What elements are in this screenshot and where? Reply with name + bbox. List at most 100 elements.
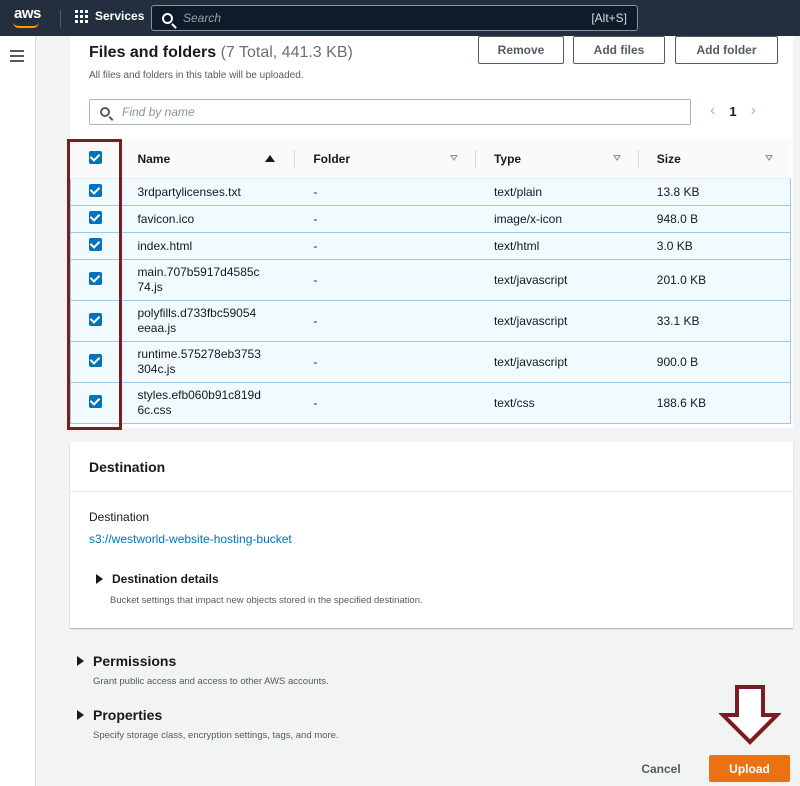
current-page[interactable]: 1 [729,104,736,119]
sort-icon [449,155,458,161]
grid-icon [75,9,88,23]
file-name-line: 74.js [137,279,163,294]
sort-icon [612,155,621,161]
destination-label: Destination [89,510,150,524]
search-placeholder: Search [183,11,222,25]
file-folder: - [295,258,476,301]
table-row[interactable]: runtime.575278eb3753 304c.js - text/javas… [70,340,791,383]
file-type: image/x-icon [475,204,639,233]
search-icon [100,107,110,117]
file-name: main.707b5917d4585c 74.js [120,258,296,301]
files-and-folders-panel: Files and folders (7 Total, 441.3 KB) Al… [70,36,793,428]
column-header-folder[interactable]: Folder [295,140,476,179]
find-by-name-input[interactable]: Find by name [89,99,691,125]
upload-button[interactable]: Upload [709,755,790,782]
properties-description: Specify storage class, encryption settin… [93,730,339,741]
destination-panel: Destination Destination s3://westworld-w… [70,442,793,628]
file-folder: - [295,231,476,260]
services-button[interactable]: Services [75,9,144,23]
file-name: polyfills.d733fbc59054 eeaa.js [120,299,296,342]
file-size: 188.6 KB [638,381,791,424]
sort-ascending-icon [265,155,276,162]
file-name: runtime.575278eb3753 304c.js [120,340,296,383]
file-size: 3.0 KB [638,231,791,260]
file-name: index.html [120,231,296,260]
destination-details-description: Bucket settings that impact new objects … [110,595,423,606]
caret-right-icon [96,574,103,584]
table-row[interactable]: favicon.ico - image/x-icon 948.0 B [70,204,791,233]
destination-details-expander[interactable]: Destination details [96,572,219,586]
file-name-line: runtime.575278eb3753 [137,346,261,361]
column-name-label: Name [137,151,171,166]
files-table: Name Folder Type Size 3rdpartylicenses.t… [70,140,791,424]
table-row[interactable]: index.html - text/html 3.0 KB [70,231,791,260]
destination-link[interactable]: s3://westworld-website-hosting-bucket [89,532,292,546]
file-folder: - [295,204,476,233]
add-folder-button[interactable]: Add folder [675,36,778,64]
file-size: 201.0 KB [638,258,791,301]
down-arrow-annotation-icon [719,685,781,745]
cancel-button[interactable]: Cancel [634,755,688,783]
file-name-line: main.707b5917d4585c [137,264,260,279]
aws-logo[interactable]: aws [14,5,41,22]
properties-expander[interactable]: Properties [77,707,162,723]
permissions-label: Permissions [93,653,177,669]
column-header-size[interactable]: Size [638,140,791,179]
chevron-right-icon[interactable]: › [751,102,756,120]
file-type: text/javascript [475,299,639,342]
file-type: text/css [475,381,639,424]
file-size: 948.0 B [638,204,791,233]
permissions-description: Grant public access and access to other … [93,676,329,687]
chevron-left-icon[interactable]: ‹ [710,102,715,120]
sort-icon [764,155,773,161]
file-folder: - [295,340,476,383]
panel-description: All files and folders in this table will… [89,70,304,81]
column-header-name[interactable]: Name [120,140,296,179]
top-nav: aws Services Search [Alt+S] [0,0,800,36]
file-size: 13.8 KB [638,177,791,206]
file-type: text/javascript [475,340,639,383]
file-size: 900.0 B [638,340,791,383]
destination-details-label: Destination details [112,572,219,586]
properties-label: Properties [93,707,163,723]
checkbox-highlight-annotation [67,139,122,430]
table-row[interactable]: 3rdpartylicenses.txt - text/plain 13.8 K… [70,177,791,206]
file-name-line: styles.efb060b91c819d [137,387,261,402]
file-size: 33.1 KB [638,299,791,342]
caret-right-icon [77,710,84,720]
permissions-expander[interactable]: Permissions [77,653,176,669]
find-placeholder: Find by name [122,105,195,119]
file-type: text/javascript [475,258,639,301]
file-name-line: polyfills.d733fbc59054 [137,305,257,320]
caret-right-icon [77,656,84,666]
column-folder-label: Folder [313,151,350,166]
remove-button[interactable]: Remove [478,36,564,64]
global-search-input[interactable]: Search [Alt+S] [151,5,638,31]
search-shortcut: [Alt+S] [591,11,627,25]
column-header-type[interactable]: Type [475,140,639,179]
file-type: text/html [475,231,639,260]
add-files-button[interactable]: Add files [573,36,665,64]
column-size-label: Size [656,151,681,166]
table-row[interactable]: styles.efb060b91c819d 6c.css - text/css 1… [70,381,791,424]
file-folder: - [295,381,476,424]
hamburger-menu-icon[interactable] [10,50,24,62]
left-rail [0,36,36,786]
file-name-line: 304c.js [137,361,176,376]
table-row[interactable]: polyfills.d733fbc59054 eeaa.js - text/jav… [70,299,791,342]
file-folder: - [295,177,476,206]
panel-title-count: (7 Total, 441.3 KB) [220,44,353,61]
table-row[interactable]: main.707b5917d4585c 74.js - text/javascri… [70,258,791,301]
nav-divider [60,10,61,28]
file-folder: - [295,299,476,342]
column-type-label: Type [493,151,522,166]
file-name: styles.efb060b91c819d 6c.css [120,381,296,424]
destination-heading: Destination [70,442,793,492]
file-name: favicon.ico [120,204,296,233]
file-name: 3rdpartylicenses.txt [120,177,296,206]
search-icon [162,12,173,24]
file-name-line: 6c.css [137,402,172,417]
panel-title-text: Files and folders [89,44,217,61]
file-type: text/plain [475,177,639,206]
file-name-line: eeaa.js [137,320,177,335]
